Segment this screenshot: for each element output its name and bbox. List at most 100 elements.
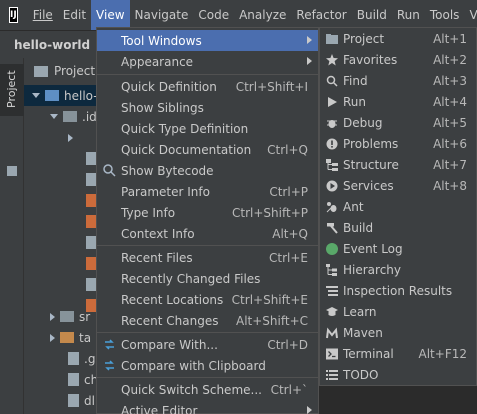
menu-item-compare-with-clipboard[interactable]: Compare with Clipboard: [97, 355, 318, 376]
search-icon: [326, 75, 338, 87]
tree-row-target[interactable]: ta: [50, 327, 91, 348]
menu-item-quick-definition[interactable]: Quick Definition Ctrl+Shift+I: [97, 76, 318, 97]
menu-item-quick-documentation[interactable]: Quick Documentation Ctrl+Q: [97, 139, 318, 160]
chevron-right-icon[interactable]: [50, 312, 55, 321]
submenu-item-ant[interactable]: Ant: [320, 197, 476, 218]
problems-icon: [326, 138, 338, 150]
menu-item-recent-changes[interactable]: Recent Changes Alt+Shift+C: [97, 310, 318, 331]
menu-item-tool-windows[interactable]: Tool Windows: [97, 30, 318, 51]
chevron-down-icon[interactable]: [32, 93, 40, 98]
submenu-item-build[interactable]: Build: [320, 218, 476, 239]
menu-edit[interactable]: Edit: [58, 0, 91, 30]
menu-refactor[interactable]: Refactor: [291, 0, 351, 30]
submenu-item-shortcut: Alt+1: [433, 32, 467, 46]
submenu-item-terminal[interactable]: Terminal Alt+F12: [320, 344, 476, 365]
menu-item-shortcut: Ctrl+Shift+I: [235, 79, 308, 94]
submenu-arrow-icon: [307, 36, 312, 44]
submenu-item-maven[interactable]: Maven: [320, 323, 476, 344]
submenu-item-label: Project: [343, 32, 385, 46]
menu-build[interactable]: Build: [352, 0, 392, 30]
submenu-item-shortcut: Alt+2: [433, 53, 467, 67]
compare-icon: [105, 339, 114, 350]
menu-item-label: Compare with Clipboard: [121, 358, 266, 373]
submenu-item-label: Event Log: [343, 242, 403, 256]
tree-row-src[interactable]: sr: [50, 306, 90, 327]
project-tool-tab[interactable]: Project: [0, 64, 24, 116]
submenu-item-shortcut: Alt+F12: [418, 347, 467, 361]
submenu-item-inspection-results[interactable]: Inspection Results: [320, 281, 476, 302]
menu-item-appearance[interactable]: Appearance: [97, 51, 318, 72]
submenu-item-label: Find: [343, 74, 368, 88]
menu-item-active-editor[interactable]: Active Editor: [97, 400, 318, 414]
structure-tool-icon[interactable]: [7, 166, 17, 176]
menu-item-label: Type Info: [121, 205, 176, 220]
submenu-item-label: Build: [343, 221, 374, 235]
bug-icon: [327, 120, 337, 128]
bytecode-icon: [103, 164, 116, 177]
todo-icon: [326, 370, 338, 380]
menu-item-shortcut: Ctrl+Q: [267, 142, 308, 157]
learn-icon: [326, 307, 338, 316]
submenu-item-label: Debug: [343, 116, 383, 130]
menu-item-label: Appearance: [121, 54, 194, 69]
menu-code[interactable]: Code: [193, 0, 234, 30]
menu-item-label: Quick Switch Scheme...: [121, 382, 262, 397]
menu-vcs[interactable]: VC: [464, 0, 477, 30]
tree-row-file[interactable]: dl: [68, 390, 95, 411]
submenu-item-learn[interactable]: Learn: [320, 302, 476, 323]
menu-item-quick-switch-scheme[interactable]: Quick Switch Scheme... Ctrl+`: [97, 379, 318, 400]
menu-item-type-info[interactable]: Type Info Ctrl+Shift+P: [97, 202, 318, 223]
submenu-item-run[interactable]: Run Alt+4: [320, 92, 476, 113]
terminal-icon: [326, 348, 338, 360]
menu-item-compare-with[interactable]: Compare With... Ctrl+D: [97, 334, 318, 355]
menu-item-label: Quick Documentation: [121, 142, 252, 157]
compare-clipboard-icon: [105, 360, 114, 371]
tree-label-idea: .id: [82, 109, 97, 124]
menu-divider: [97, 74, 318, 75]
maven-icon: [326, 327, 338, 339]
submenu-arrow-icon: [307, 57, 312, 65]
project-panel-title: Project: [54, 64, 96, 78]
menu-bar: IJ File Edit View Navigate Code Analyze …: [0, 0, 477, 30]
menu-item-shortcut: Ctrl+P: [269, 184, 308, 199]
submenu-item-debug[interactable]: Debug Alt+5: [320, 113, 476, 134]
menu-item-parameter-info[interactable]: Parameter Info Ctrl+P: [97, 181, 318, 202]
menu-item-recent-files[interactable]: Recent Files Ctrl+E: [97, 247, 318, 268]
menu-item-label: Show Bytecode: [121, 163, 214, 178]
submenu-item-shortcut: Alt+7: [433, 158, 467, 172]
submenu-item-services[interactable]: Services Alt+8: [320, 176, 476, 197]
menu-item-recent-locations[interactable]: Recent Locations Ctrl+Shift+E: [97, 289, 318, 310]
tree-row-file[interactable]: .g: [68, 348, 95, 369]
submenu-item-find[interactable]: Find Alt+3: [320, 71, 476, 92]
chevron-down-icon[interactable]: [50, 114, 58, 119]
menu-item-recently-changed-files[interactable]: Recently Changed Files: [97, 268, 318, 289]
submenu-item-shortcut: Alt+8: [433, 179, 467, 193]
submenu-item-project[interactable]: Project Alt+1: [320, 29, 476, 50]
menu-item-show-bytecode[interactable]: Show Bytecode: [97, 160, 318, 181]
menu-file[interactable]: File: [28, 0, 58, 30]
submenu-item-label: Maven: [343, 326, 383, 340]
menu-item-context-info[interactable]: Context Info Alt+Q: [97, 223, 318, 244]
tree-row-idea[interactable]: .id: [50, 106, 97, 127]
submenu-item-event-log[interactable]: Event Log: [320, 239, 476, 260]
tree-row-subfolder[interactable]: [68, 127, 73, 148]
submenu-item-problems[interactable]: Problems Alt+6: [320, 134, 476, 155]
menu-run[interactable]: Run: [392, 0, 425, 30]
menu-tools[interactable]: Tools: [425, 0, 465, 30]
menu-view[interactable]: View: [91, 0, 130, 30]
submenu-item-structure[interactable]: Structure Alt+7: [320, 155, 476, 176]
menu-item-show-siblings[interactable]: Show Siblings: [97, 97, 318, 118]
submenu-item-hierarchy[interactable]: Hierarchy: [320, 260, 476, 281]
breadcrumb-project[interactable]: hello-world: [14, 38, 90, 52]
submenu-item-favorites[interactable]: Favorites Alt+2: [320, 50, 476, 71]
menu-divider: [97, 377, 318, 378]
submenu-item-todo[interactable]: TODO: [320, 365, 476, 386]
chevron-right-icon[interactable]: [50, 333, 55, 342]
menu-navigate[interactable]: Navigate: [130, 0, 194, 30]
menu-item-quick-type-definition[interactable]: Quick Type Definition: [97, 118, 318, 139]
menu-analyze[interactable]: Analyze: [234, 0, 291, 30]
menu-item-shortcut: Alt+Q: [272, 226, 308, 241]
event-log-icon: [326, 243, 338, 255]
tree-row-file[interactable]: ch: [68, 369, 98, 390]
chevron-right-icon[interactable]: [68, 133, 73, 142]
